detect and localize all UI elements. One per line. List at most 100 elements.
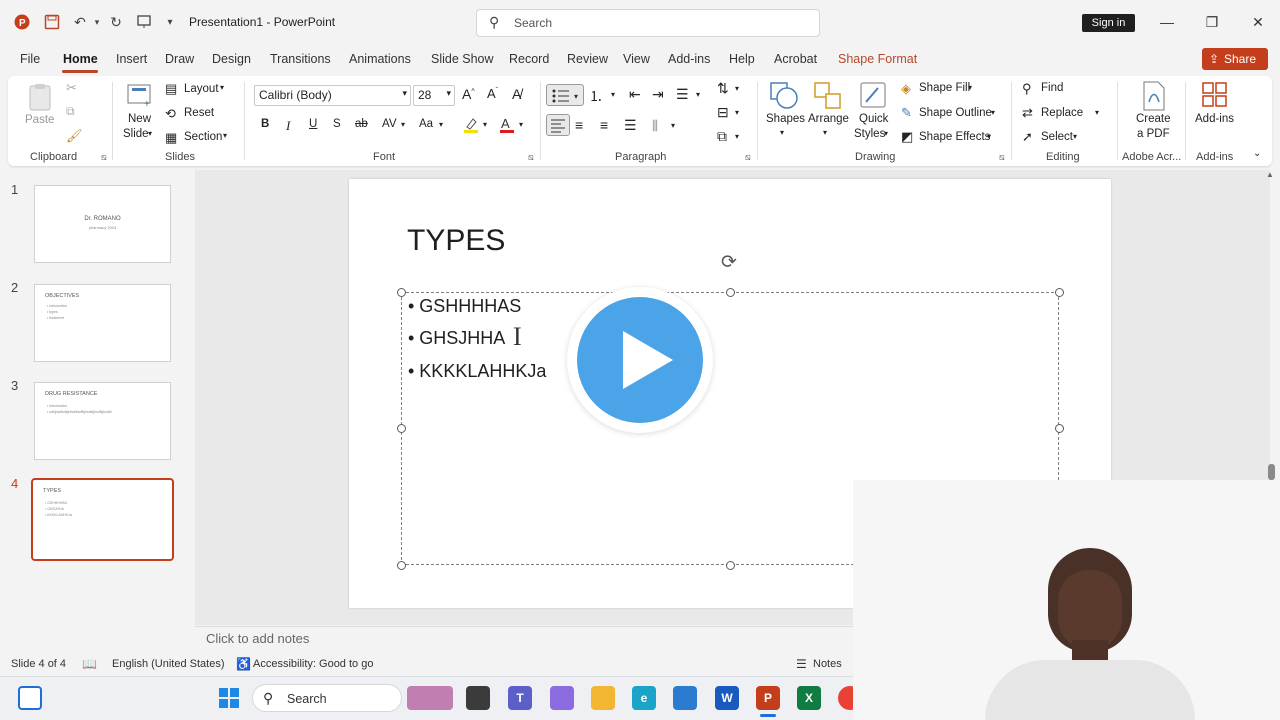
language-status[interactable]: English (United States) bbox=[112, 658, 225, 670]
slide-thumbnail-1[interactable]: Dr. ROMANO pharmacy 2024 bbox=[34, 185, 171, 263]
reset-icon[interactable]: ⟲ bbox=[165, 106, 176, 122]
decrease-font-size-icon[interactable]: Aˇ bbox=[487, 86, 498, 101]
find-button[interactable]: Find bbox=[1041, 82, 1063, 94]
chevron-down-icon[interactable]: ▾ bbox=[696, 90, 700, 99]
slide-title[interactable]: TYPES bbox=[407, 224, 505, 258]
chevron-down-icon[interactable]: ▾ bbox=[1073, 132, 1077, 141]
create-pdf-icon[interactable] bbox=[1138, 80, 1168, 112]
drawing-launcher-icon[interactable]: ⧅ bbox=[999, 152, 1005, 163]
accessibility-status[interactable]: Accessibility: Good to go bbox=[253, 658, 373, 670]
arrange-label[interactable]: Arrange bbox=[808, 113, 849, 125]
notes-button[interactable]: Notes bbox=[813, 658, 842, 670]
italic-button[interactable]: I bbox=[286, 118, 290, 134]
paste-icon[interactable] bbox=[26, 82, 56, 112]
chevron-down-icon[interactable]: ▾ bbox=[483, 120, 487, 129]
file-explorer-icon[interactable] bbox=[591, 686, 615, 710]
layout-icon[interactable]: ▤ bbox=[165, 81, 177, 97]
copilot-icon[interactable] bbox=[550, 686, 574, 710]
chevron-down-icon[interactable]: ▾ bbox=[823, 128, 827, 137]
start-icon[interactable] bbox=[217, 686, 241, 710]
tab-review[interactable]: Review bbox=[567, 52, 608, 66]
widgets-icon[interactable] bbox=[18, 686, 42, 710]
customize-qat-icon[interactable]: ▾ bbox=[160, 12, 180, 32]
smartart-icon[interactable]: ⧉ bbox=[717, 128, 727, 145]
tab-design[interactable]: Design bbox=[212, 52, 251, 66]
chevron-down-icon[interactable]: ▾ bbox=[439, 120, 443, 129]
chevron-down-icon[interactable]: ▾ bbox=[1095, 108, 1099, 117]
word-icon[interactable]: W bbox=[715, 686, 739, 710]
copy-icon[interactable]: ⧉ bbox=[66, 104, 75, 119]
strikethrough-icon[interactable]: ab bbox=[355, 118, 368, 130]
section-icon[interactable]: ▦ bbox=[165, 130, 177, 146]
redo-icon[interactable]: ↻ bbox=[106, 12, 126, 32]
tab-record[interactable]: Record bbox=[509, 52, 549, 66]
underline-button[interactable]: U bbox=[309, 118, 317, 130]
tab-add-ins[interactable]: Add-ins bbox=[668, 52, 710, 66]
font-size-select[interactable]: 28 ▾ bbox=[413, 85, 455, 106]
chevron-down-icon[interactable]: ▾ bbox=[968, 83, 972, 92]
quick-styles-label[interactable]: Quick bbox=[859, 113, 888, 125]
new-slide-icon[interactable]: + bbox=[124, 82, 154, 110]
start-from-beginning-icon[interactable] bbox=[134, 12, 154, 32]
shape-effects-icon[interactable]: ◩ bbox=[901, 129, 913, 145]
chevron-down-icon[interactable]: ▾ bbox=[671, 121, 675, 130]
resize-handle[interactable] bbox=[397, 288, 406, 297]
increase-indent-icon[interactable]: ⇥ bbox=[652, 86, 664, 103]
sign-in-button[interactable]: Sign in bbox=[1082, 14, 1135, 32]
font-name-select[interactable]: Calibri (Body) ▾ bbox=[254, 85, 411, 106]
rotate-handle-icon[interactable]: ⟳ bbox=[721, 251, 737, 274]
align-center-icon[interactable]: ≡ bbox=[575, 117, 583, 133]
layout-dropdown-icon[interactable]: ▾ bbox=[220, 83, 224, 92]
quick-styles-label-2[interactable]: Styles bbox=[854, 128, 885, 140]
shadow-button[interactable]: S bbox=[333, 118, 341, 130]
section-dropdown-icon[interactable]: ▾ bbox=[223, 131, 227, 140]
select-button[interactable]: Select bbox=[1041, 131, 1073, 143]
tab-insert[interactable]: Insert bbox=[116, 52, 147, 66]
notes-placeholder[interactable]: Click to add notes bbox=[206, 631, 309, 646]
chevron-down-icon[interactable]: ▾ bbox=[401, 120, 405, 129]
shape-fill-icon[interactable]: ◈ bbox=[901, 81, 911, 97]
format-painter-icon[interactable]: 🖌 bbox=[66, 128, 83, 144]
decrease-indent-icon[interactable]: ⇤ bbox=[629, 86, 641, 103]
slide-thumbnail-3[interactable]: DRUG RESISTANCE • introduction • sdhjhsd… bbox=[34, 382, 171, 460]
create-pdf-label-2[interactable]: a PDF bbox=[1137, 128, 1170, 140]
bullet-item[interactable]: • GSHHHHAS bbox=[408, 296, 521, 317]
minimize-icon[interactable]: — bbox=[1157, 12, 1177, 32]
shapes-icon[interactable] bbox=[768, 80, 800, 112]
store-icon[interactable] bbox=[673, 686, 697, 710]
shape-effects-button[interactable]: Shape Effects bbox=[919, 131, 990, 143]
text-direction-icon[interactable]: ⇅ bbox=[717, 80, 729, 97]
add-ins-icon[interactable] bbox=[1200, 80, 1230, 110]
tab-acrobat[interactable]: Acrobat bbox=[774, 52, 817, 66]
resize-handle[interactable] bbox=[397, 561, 406, 570]
align-text-icon[interactable]: ⊟ bbox=[717, 104, 729, 121]
task-view-icon[interactable] bbox=[466, 686, 490, 710]
new-slide-label-2[interactable]: Slide bbox=[123, 128, 149, 140]
shapes-label[interactable]: Shapes bbox=[766, 113, 805, 125]
resize-handle[interactable] bbox=[1055, 424, 1064, 433]
bold-button[interactable]: B bbox=[261, 118, 269, 130]
tab-animations[interactable]: Animations bbox=[349, 52, 411, 66]
change-case-button[interactable]: Aa bbox=[419, 118, 433, 130]
resize-handle[interactable] bbox=[726, 288, 735, 297]
tab-transitions[interactable]: Transitions bbox=[270, 52, 331, 66]
powerpoint-taskbar-icon[interactable]: P bbox=[756, 686, 780, 710]
chevron-down-icon[interactable]: ▾ bbox=[735, 108, 739, 117]
columns-icon[interactable]: ⫼ bbox=[652, 118, 658, 134]
clipboard-launcher-icon[interactable]: ⧅ bbox=[101, 152, 107, 163]
clear-formatting-icon[interactable]: A̸ bbox=[512, 86, 521, 102]
tab-help[interactable]: Help bbox=[729, 52, 755, 66]
line-spacing-icon[interactable]: ☰ bbox=[676, 86, 689, 103]
new-slide-label[interactable]: New bbox=[128, 113, 151, 125]
slide-thumbnail-4[interactable]: TYPES • GSHHHHAS • GHSJHHA • KKKKLAHHKJa bbox=[31, 478, 174, 561]
tab-home[interactable]: Home bbox=[63, 52, 98, 66]
font-color-icon[interactable]: A bbox=[498, 116, 516, 134]
find-icon[interactable]: ⚲ bbox=[1022, 81, 1032, 97]
cut-icon[interactable]: ✂ bbox=[66, 80, 77, 96]
paragraph-launcher-icon[interactable]: ⧅ bbox=[745, 152, 751, 163]
edge-icon[interactable]: e bbox=[632, 686, 656, 710]
vertical-scrollbar-thumb[interactable] bbox=[1268, 464, 1275, 480]
bullets-button[interactable]: ▾ bbox=[546, 84, 584, 106]
chevron-down-icon[interactable]: ▾ bbox=[987, 132, 991, 141]
section-button[interactable]: Section bbox=[184, 131, 222, 143]
